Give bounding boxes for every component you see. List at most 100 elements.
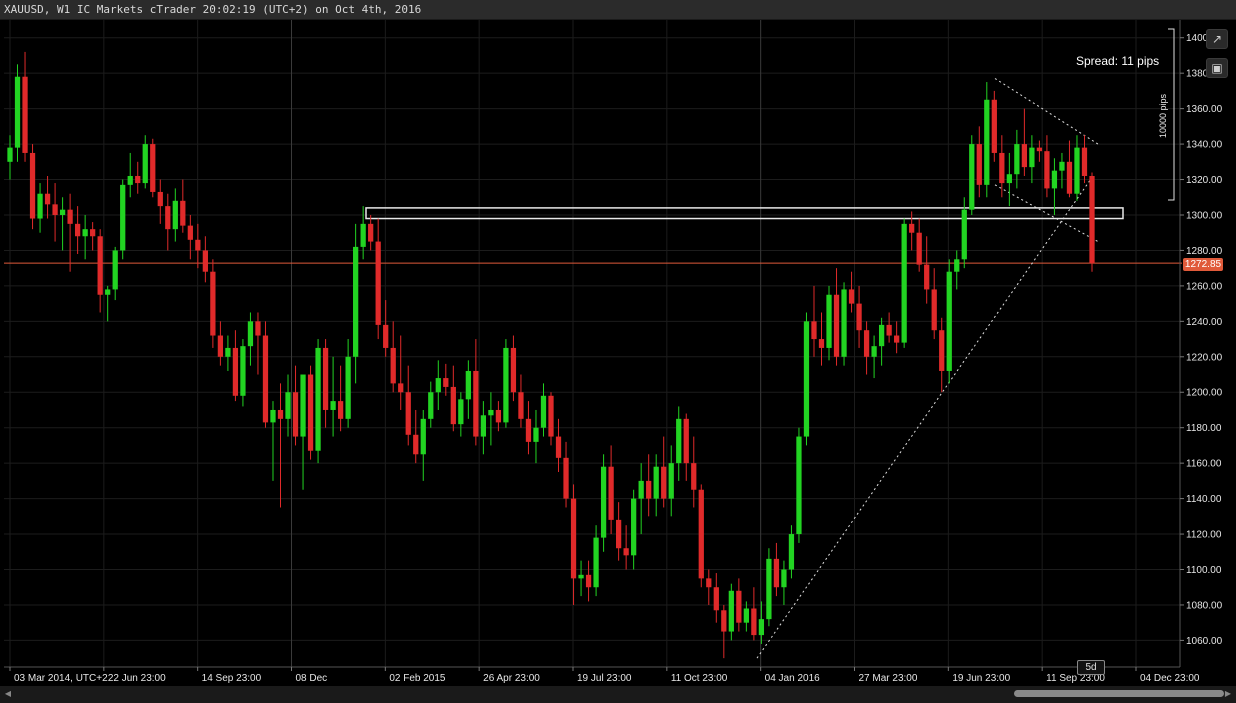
candle-body [435, 378, 441, 393]
y-tick-label: 1080.00 [1186, 600, 1223, 611]
candle-body [555, 436, 562, 458]
candle-body [706, 578, 712, 588]
candle [390, 321, 396, 393]
candle [435, 360, 441, 410]
candle-body [871, 346, 877, 357]
candle-body [262, 335, 269, 423]
candle [848, 271, 855, 313]
candle-body [916, 232, 922, 265]
candle-body [1074, 147, 1080, 194]
candle [322, 339, 329, 428]
candle [52, 183, 58, 242]
candle [894, 321, 900, 354]
pips-ruler [1168, 28, 1175, 201]
y-tick-label: 1320.00 [1186, 175, 1223, 186]
candle-body [450, 386, 456, 425]
scroll-right-icon[interactable]: ▶ [1223, 688, 1233, 700]
candle [1051, 158, 1058, 215]
candle-body [473, 370, 479, 437]
candle-body [743, 608, 749, 623]
candle-body [585, 574, 592, 588]
candle [495, 401, 502, 432]
candle [292, 365, 299, 446]
price-chart[interactable]: 1060.00 1080.00 1100.00 1120.00 1140.00 1160.… [0, 0, 1236, 703]
x-tick-label: 03 Mar 2014, UTC+2 [14, 673, 108, 684]
candle [863, 321, 870, 375]
y-tick-label: 1280.00 [1186, 246, 1223, 257]
candle-body [758, 619, 765, 636]
candle [931, 268, 937, 340]
candle [67, 193, 73, 272]
candle-body [74, 223, 81, 237]
candle [721, 604, 727, 659]
candle [743, 601, 749, 632]
candle-body [691, 463, 697, 490]
candle-body [120, 184, 126, 251]
candle-body [856, 303, 862, 331]
popout-icon[interactable]: ↗ [1206, 29, 1228, 49]
candle-body [540, 395, 547, 428]
candle [1081, 135, 1088, 184]
candle [856, 285, 862, 348]
candle-body [653, 466, 659, 499]
candle-body [788, 534, 795, 570]
scroll-left-icon[interactable]: ◀ [3, 688, 13, 700]
x-tick-label: 27 Mar 23:00 [859, 673, 918, 684]
candle [150, 138, 156, 198]
scroll-thumb[interactable] [1014, 690, 1224, 697]
candle [195, 223, 201, 269]
candle [22, 51, 28, 162]
timeframe-badge[interactable]: 5d [1077, 660, 1105, 675]
candle-body [405, 392, 411, 435]
candle [736, 578, 742, 632]
candle-body [142, 144, 148, 184]
candle-body [480, 415, 487, 437]
candle-body [969, 144, 975, 210]
candle [488, 392, 494, 446]
y-tick-label: 1100.00 [1186, 565, 1222, 576]
spread-label: Spread: 11 pips [1076, 54, 1160, 68]
candle [698, 484, 704, 588]
current-price-tag: 1272.85 [1183, 258, 1223, 271]
chart-drawings[interactable] [4, 28, 1182, 659]
candle-body [390, 347, 396, 384]
candle-body [1014, 144, 1020, 175]
candle-body [863, 330, 870, 357]
candle [90, 222, 96, 251]
candle-body [383, 324, 389, 348]
candle-body [307, 374, 314, 451]
candle-body [931, 289, 937, 331]
candle-body [345, 356, 351, 419]
candle [578, 560, 584, 597]
candle [360, 206, 366, 260]
candle [368, 214, 374, 251]
camera-icon[interactable]: ▣ [1206, 58, 1228, 78]
candle [247, 312, 254, 366]
candle-body [570, 498, 577, 579]
y-tick-label: 1240.00 [1186, 317, 1223, 328]
candle-body [172, 200, 178, 230]
candle-body [976, 144, 982, 185]
candle-body [503, 347, 509, 423]
candle [277, 383, 284, 508]
candle [766, 548, 772, 627]
candle-body [495, 409, 502, 423]
candle-body [270, 409, 276, 423]
candle [525, 401, 532, 455]
candle [901, 218, 907, 348]
candle [7, 135, 13, 180]
x-axis[interactable]: 03 Mar 2014, UTC+2 22 Jun 23:00 14 Sep 23:… [4, 666, 1200, 684]
candle-body [999, 152, 1005, 184]
channel-top-line[interactable] [994, 78, 1099, 145]
candle-body [781, 569, 787, 588]
candle-body [638, 480, 644, 499]
y-axis[interactable]: 1060.00 1080.00 1100.00 1120.00 1140.00 1160.… [1179, 20, 1223, 667]
candle-body [277, 409, 284, 419]
candle [112, 246, 118, 301]
candle [1074, 135, 1080, 201]
candle [555, 418, 562, 473]
candle [345, 339, 351, 428]
candle-body [901, 223, 907, 343]
y-tick-label: 1300.00 [1186, 210, 1223, 221]
candle [375, 218, 381, 340]
